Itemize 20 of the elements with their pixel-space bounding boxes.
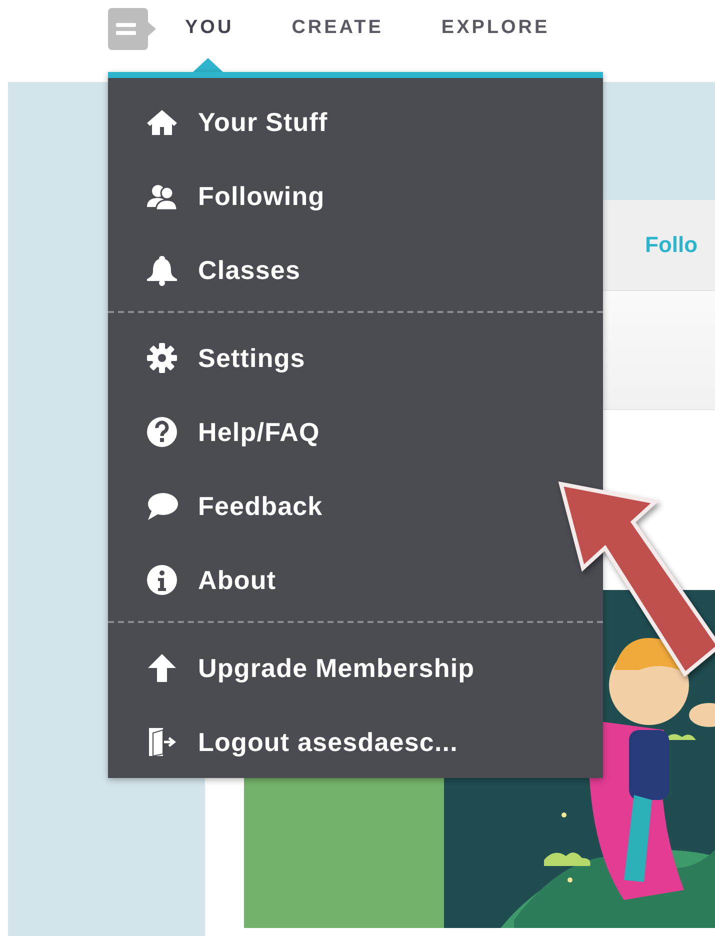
nav-tab[interactable]: CREATE <box>292 17 384 72</box>
settings-icon <box>146 342 178 374</box>
arrow-up-icon <box>146 652 178 684</box>
logout-icon <box>146 726 178 758</box>
menu-item[interactable]: Feedback <box>198 490 323 522</box>
help-icon <box>146 416 178 448</box>
menu-item[interactable]: Upgrade Membership <box>198 652 475 684</box>
nav-tab[interactable]: YOU <box>185 17 234 72</box>
menu-item[interactable]: Classes <box>198 254 300 286</box>
menu-item[interactable]: About <box>198 564 276 596</box>
speech-bubble-icon <box>146 490 178 522</box>
menu-item[interactable]: Following <box>198 180 325 212</box>
menu-item[interactable]: Settings <box>198 342 306 374</box>
info-icon <box>146 564 178 596</box>
nav-tab[interactable]: EXPLORE <box>441 17 550 72</box>
menu-icon[interactable] <box>108 8 156 50</box>
bell-icon <box>146 254 178 286</box>
menu-item[interactable]: Logout asesdaesc... <box>198 726 458 758</box>
menu-item[interactable]: Your Stuff <box>198 106 328 138</box>
menu-item[interactable]: Help/FAQ <box>198 416 320 448</box>
